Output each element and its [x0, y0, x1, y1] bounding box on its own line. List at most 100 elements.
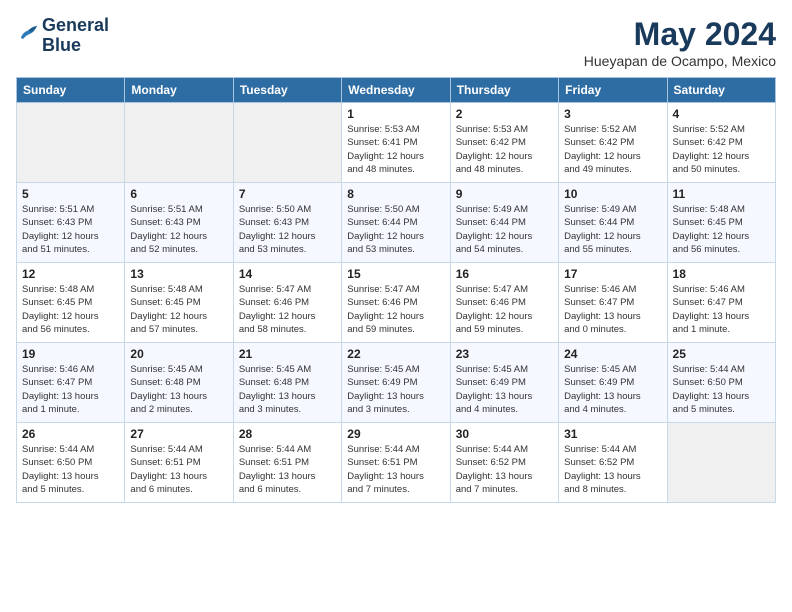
day-info: Sunrise: 5:46 AM Sunset: 6:47 PM Dayligh…	[673, 283, 770, 336]
day-number: 3	[564, 107, 661, 121]
day-info: Sunrise: 5:45 AM Sunset: 6:49 PM Dayligh…	[456, 363, 553, 416]
calendar-cell: 13 Sunrise: 5:48 AM Sunset: 6:45 PM Dayli…	[125, 263, 233, 343]
weekday-header-saturday: Saturday	[667, 78, 775, 103]
logo-bird-icon	[16, 21, 40, 45]
calendar-cell: 26Sunrise: 5:44 AM Sunset: 6:50 PM Dayli…	[17, 423, 125, 503]
weekday-header-wednesday: Wednesday	[342, 78, 450, 103]
day-number: 8	[347, 187, 444, 201]
calendar-cell: 18 Sunrise: 5:46 AM Sunset: 6:47 PM Dayli…	[667, 263, 775, 343]
calendar-cell	[233, 103, 341, 183]
calendar-cell: 1 Sunrise: 5:53 AM Sunset: 6:41 PM Daylig…	[342, 103, 450, 183]
day-info: Sunrise: 5:44 AM Sunset: 6:51 PM Dayligh…	[347, 443, 444, 496]
day-info: Sunrise: 5:52 AM Sunset: 6:42 PM Dayligh…	[673, 123, 770, 176]
day-number: 31	[564, 427, 661, 441]
day-number: 1	[347, 107, 444, 121]
day-number: 22	[347, 347, 444, 361]
day-number: 27	[130, 427, 227, 441]
calendar-cell: 3 Sunrise: 5:52 AM Sunset: 6:42 PM Daylig…	[559, 103, 667, 183]
calendar-cell: 20 Sunrise: 5:45 AM Sunset: 6:48 PM Dayli…	[125, 343, 233, 423]
day-info: Sunrise: 5:45 AM Sunset: 6:48 PM Dayligh…	[239, 363, 336, 416]
day-info: Sunrise: 5:44 AM Sunset: 6:51 PM Dayligh…	[239, 443, 336, 496]
day-number: 4	[673, 107, 770, 121]
logo: General Blue	[16, 16, 109, 56]
day-info: Sunrise: 5:44 AM Sunset: 6:52 PM Dayligh…	[564, 443, 661, 496]
day-info: Sunrise: 5:44 AM Sunset: 6:50 PM Dayligh…	[673, 363, 770, 416]
day-number: 16	[456, 267, 553, 281]
calendar-cell: 21 Sunrise: 5:45 AM Sunset: 6:48 PM Dayli…	[233, 343, 341, 423]
day-info: Sunrise: 5:48 AM Sunset: 6:45 PM Dayligh…	[130, 283, 227, 336]
calendar-cell: 24 Sunrise: 5:45 AM Sunset: 6:49 PM Dayli…	[559, 343, 667, 423]
day-number: 30	[456, 427, 553, 441]
day-info: Sunrise: 5:53 AM Sunset: 6:41 PM Dayligh…	[347, 123, 444, 176]
weekday-header-tuesday: Tuesday	[233, 78, 341, 103]
calendar-cell: 31 Sunrise: 5:44 AM Sunset: 6:52 PM Dayli…	[559, 423, 667, 503]
day-info: Sunrise: 5:48 AM Sunset: 6:45 PM Dayligh…	[22, 283, 119, 336]
calendar-cell: 12 Sunrise: 5:48 AM Sunset: 6:45 PM Dayli…	[17, 263, 125, 343]
calendar-cell: 19Sunrise: 5:46 AM Sunset: 6:47 PM Dayli…	[17, 343, 125, 423]
day-number: 12	[22, 267, 119, 281]
calendar-week-row: 5 Sunrise: 5:51 AM Sunset: 6:43 PM Daylig…	[17, 183, 776, 263]
weekday-header-row: SundayMondayTuesdayWednesdayThursdayFrid…	[17, 78, 776, 103]
weekday-header-monday: Monday	[125, 78, 233, 103]
calendar-cell: 30Sunrise: 5:44 AM Sunset: 6:52 PM Dayli…	[450, 423, 558, 503]
calendar-cell: 22Sunrise: 5:45 AM Sunset: 6:49 PM Dayli…	[342, 343, 450, 423]
day-info: Sunrise: 5:52 AM Sunset: 6:42 PM Dayligh…	[564, 123, 661, 176]
calendar-cell: 6 Sunrise: 5:51 AM Sunset: 6:43 PM Daylig…	[125, 183, 233, 263]
page-header: General Blue May 2024 Hueyapan de Ocampo…	[16, 16, 776, 69]
title-block: May 2024 Hueyapan de Ocampo, Mexico	[584, 16, 776, 69]
day-number: 18	[673, 267, 770, 281]
day-number: 24	[564, 347, 661, 361]
day-info: Sunrise: 5:47 AM Sunset: 6:46 PM Dayligh…	[456, 283, 553, 336]
weekday-header-thursday: Thursday	[450, 78, 558, 103]
day-info: Sunrise: 5:49 AM Sunset: 6:44 PM Dayligh…	[456, 203, 553, 256]
day-number: 19	[22, 347, 119, 361]
day-info: Sunrise: 5:50 AM Sunset: 6:44 PM Dayligh…	[347, 203, 444, 256]
calendar-cell: 4 Sunrise: 5:52 AM Sunset: 6:42 PM Daylig…	[667, 103, 775, 183]
calendar-cell: 5Sunrise: 5:51 AM Sunset: 6:43 PM Daylig…	[17, 183, 125, 263]
day-info: Sunrise: 5:45 AM Sunset: 6:49 PM Dayligh…	[564, 363, 661, 416]
day-info: Sunrise: 5:45 AM Sunset: 6:48 PM Dayligh…	[130, 363, 227, 416]
day-number: 23	[456, 347, 553, 361]
day-number: 5	[22, 187, 119, 201]
calendar-cell: 27 Sunrise: 5:44 AM Sunset: 6:51 PM Dayli…	[125, 423, 233, 503]
day-number: 29	[347, 427, 444, 441]
calendar-cell: 8 Sunrise: 5:50 AM Sunset: 6:44 PM Daylig…	[342, 183, 450, 263]
calendar-cell: 9Sunrise: 5:49 AM Sunset: 6:44 PM Daylig…	[450, 183, 558, 263]
logo-text: General Blue	[42, 16, 109, 56]
calendar-cell	[125, 103, 233, 183]
day-number: 28	[239, 427, 336, 441]
day-info: Sunrise: 5:44 AM Sunset: 6:51 PM Dayligh…	[130, 443, 227, 496]
day-number: 21	[239, 347, 336, 361]
weekday-header-friday: Friday	[559, 78, 667, 103]
day-number: 14	[239, 267, 336, 281]
day-info: Sunrise: 5:53 AM Sunset: 6:42 PM Dayligh…	[456, 123, 553, 176]
calendar-week-row: 26Sunrise: 5:44 AM Sunset: 6:50 PM Dayli…	[17, 423, 776, 503]
month-title: May 2024	[584, 16, 776, 53]
calendar-cell: 16 Sunrise: 5:47 AM Sunset: 6:46 PM Dayli…	[450, 263, 558, 343]
calendar-cell	[667, 423, 775, 503]
calendar-table: SundayMondayTuesdayWednesdayThursdayFrid…	[16, 77, 776, 503]
day-number: 7	[239, 187, 336, 201]
calendar-cell: 25Sunrise: 5:44 AM Sunset: 6:50 PM Dayli…	[667, 343, 775, 423]
calendar-cell: 23 Sunrise: 5:45 AM Sunset: 6:49 PM Dayli…	[450, 343, 558, 423]
calendar-cell: 17Sunrise: 5:46 AM Sunset: 6:47 PM Dayli…	[559, 263, 667, 343]
day-number: 10	[564, 187, 661, 201]
day-number: 11	[673, 187, 770, 201]
day-number: 15	[347, 267, 444, 281]
calendar-week-row: 12 Sunrise: 5:48 AM Sunset: 6:45 PM Dayli…	[17, 263, 776, 343]
day-info: Sunrise: 5:47 AM Sunset: 6:46 PM Dayligh…	[239, 283, 336, 336]
day-number: 6	[130, 187, 227, 201]
day-info: Sunrise: 5:48 AM Sunset: 6:45 PM Dayligh…	[673, 203, 770, 256]
calendar-week-row: 1 Sunrise: 5:53 AM Sunset: 6:41 PM Daylig…	[17, 103, 776, 183]
calendar-cell: 11 Sunrise: 5:48 AM Sunset: 6:45 PM Dayli…	[667, 183, 775, 263]
calendar-cell: 29 Sunrise: 5:44 AM Sunset: 6:51 PM Dayli…	[342, 423, 450, 503]
day-info: Sunrise: 5:44 AM Sunset: 6:50 PM Dayligh…	[22, 443, 119, 496]
calendar-week-row: 19Sunrise: 5:46 AM Sunset: 6:47 PM Dayli…	[17, 343, 776, 423]
day-info: Sunrise: 5:47 AM Sunset: 6:46 PM Dayligh…	[347, 283, 444, 336]
day-number: 20	[130, 347, 227, 361]
day-info: Sunrise: 5:51 AM Sunset: 6:43 PM Dayligh…	[130, 203, 227, 256]
calendar-cell: 28 Sunrise: 5:44 AM Sunset: 6:51 PM Dayli…	[233, 423, 341, 503]
calendar-cell: 14 Sunrise: 5:47 AM Sunset: 6:46 PM Dayli…	[233, 263, 341, 343]
day-number: 13	[130, 267, 227, 281]
calendar-cell	[17, 103, 125, 183]
